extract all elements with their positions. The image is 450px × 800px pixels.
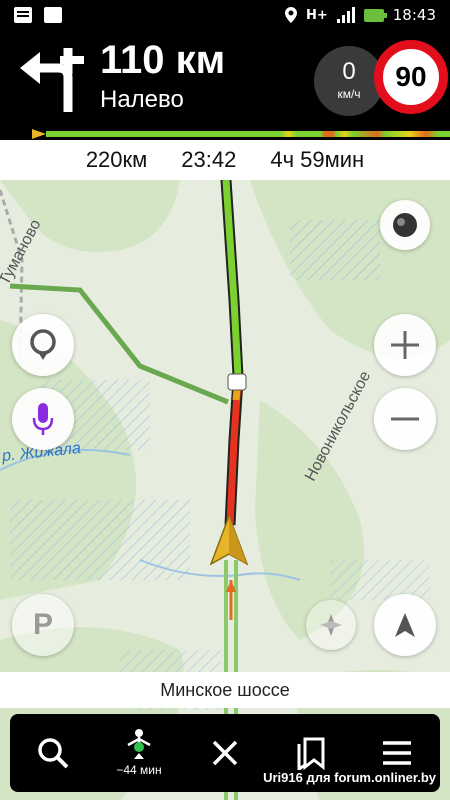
clock: 18:43 [392,6,436,24]
search-place-button[interactable] [12,314,74,376]
maneuver-panel[interactable]: 110 км Налево 0 км/ч 90 [0,30,450,128]
current-street: Минское шоссе [160,679,290,700]
plus-icon [391,331,419,359]
voice-button[interactable] [12,388,74,450]
route-info[interactable]: 220км 23:42 4ч 59мин [0,140,450,180]
traffic-progress-bar [0,128,450,140]
compass-button[interactable] [306,600,356,650]
maneuver-distance: 110 км [100,38,226,82]
compass-icon [320,614,342,636]
bookmarks-icon [297,737,325,770]
search-button[interactable] [18,718,88,788]
search-icon [38,738,69,769]
layers-button[interactable] [380,200,430,250]
close-icon [212,740,238,766]
signal-icon [336,7,355,23]
watermark: Uri916 для forum.onliner.by [263,770,436,785]
follow-location-button[interactable] [374,594,436,656]
parking-button[interactable]: P [12,594,74,656]
navigation-arrow-icon [395,613,415,637]
close-route-button[interactable] [190,718,260,788]
status-bar: H+ 18:43 [0,0,450,30]
message-icon [14,7,32,23]
traffic-track [46,131,450,137]
alternative-routes-icon [127,729,151,759]
progress-cursor-icon [32,129,46,139]
speed-limit-sign: 90 [374,40,448,114]
location-icon [284,7,297,23]
route-duration: 4ч 59мин [270,147,365,172]
network-type: H+ [305,7,328,23]
speed-unit: км/ч [337,87,361,101]
current-street-bar: Минское шоссе [0,672,450,708]
route-distance: 220км [85,147,148,172]
minus-icon [391,417,419,421]
zoom-in-button[interactable] [374,314,436,376]
traffic-layer-icon [393,213,417,237]
turn-left-icon [20,48,84,112]
zoom-out-button[interactable] [374,388,436,450]
alternative-routes-button[interactable]: −44 мин [104,718,174,788]
place-marker-icon [30,329,56,360]
notification-icon [44,7,62,23]
menu-icon [383,741,411,765]
battery-icon [363,8,387,22]
maneuver-direction: Налево [100,86,184,113]
parking-icon: P [32,608,53,641]
arrival-time: 23:42 [181,147,237,172]
alternative-routes-time: −44 мин [116,763,162,777]
microphone-icon [32,403,54,435]
